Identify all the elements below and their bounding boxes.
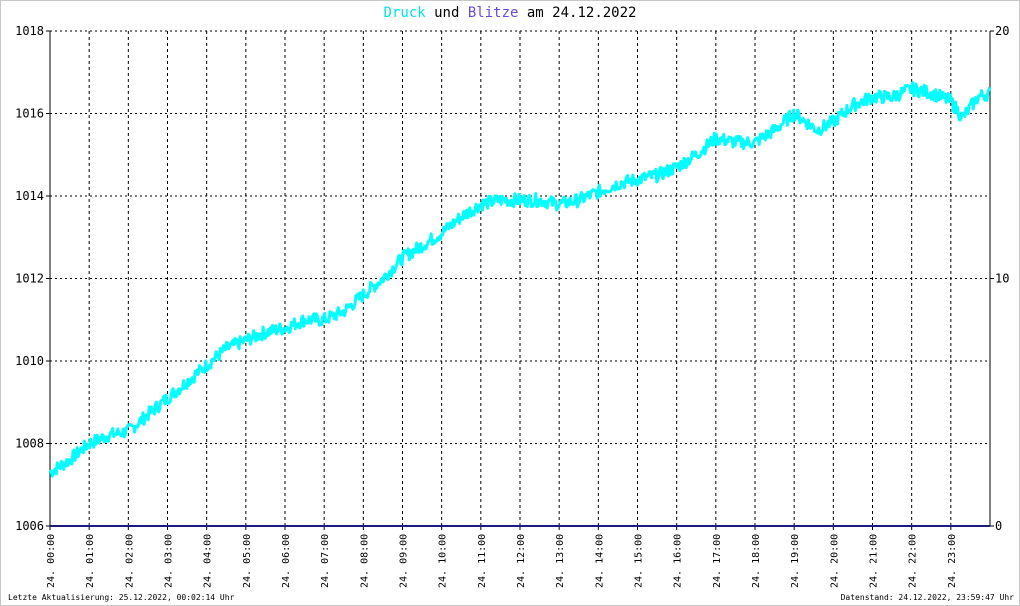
x-tick-label: 24. 20:00 [829,534,840,588]
x-tick-label: 24. 11:00 [477,534,488,588]
x-tick-label: 24. 06:00 [281,534,292,588]
y-left-tick-label: 1018 [15,24,44,38]
x-tick-label: 24. 09:00 [399,534,410,588]
x-tick-label: 24. 05:00 [242,534,253,588]
x-tick-label: 24. 04:00 [203,534,214,588]
x-tick-label: 24. 00:00 [46,534,57,588]
x-tick-label: 24. 15:00 [634,534,645,588]
x-tick-label: 24. 12:00 [516,534,527,588]
x-tick-label: 24. 07:00 [320,534,331,588]
y-left-tick-label: 1008 [15,437,44,451]
x-tick-label: 24. 10:00 [438,534,449,588]
x-tick-label: 24. 02:00 [124,534,135,588]
y-right-tick-label: 10 [995,272,1009,286]
y-left-tick-label: 1006 [15,519,44,533]
y-left-tick-label: 1016 [15,107,44,121]
x-tick-label: 24. 18:00 [751,534,762,588]
footer-data-status: Datenstand: 24.12.2022, 23:59:47 Uhr [840,593,1014,602]
x-tick-label: 24. 01:00 [85,534,96,588]
x-tick-label: 24. 23:00 [947,534,958,588]
y-left-tick-label: 1014 [15,189,44,203]
pressure-chart: 1006 1008 1010 1012 1014 1016 1018 0 10 20 24. 00:… [15,24,1009,588]
x-tick-label: 24. 19:00 [790,534,801,588]
x-tick-label: 24. 13:00 [555,534,566,588]
footer-last-update: Letzte Aktualisierung: 25.12.2022, 00:02… [8,593,235,602]
x-tick-label: 24. 17:00 [712,534,723,588]
x-tick-label: 24. 03:00 [164,534,175,588]
x-tick-label: 24. 21:00 [869,534,880,588]
x-tick-label: 24. 22:00 [908,534,919,588]
y-left-tick-label: 1012 [15,272,44,286]
y-left-tick-label: 1010 [15,354,44,368]
y-right-tick-label: 20 [995,24,1009,38]
x-tick-label: 24. 14:00 [594,534,605,588]
y-right-tick-label: 0 [995,519,1002,533]
x-tick-label: 24. 08:00 [359,534,370,588]
x-tick-label: 24. 16:00 [673,534,684,588]
